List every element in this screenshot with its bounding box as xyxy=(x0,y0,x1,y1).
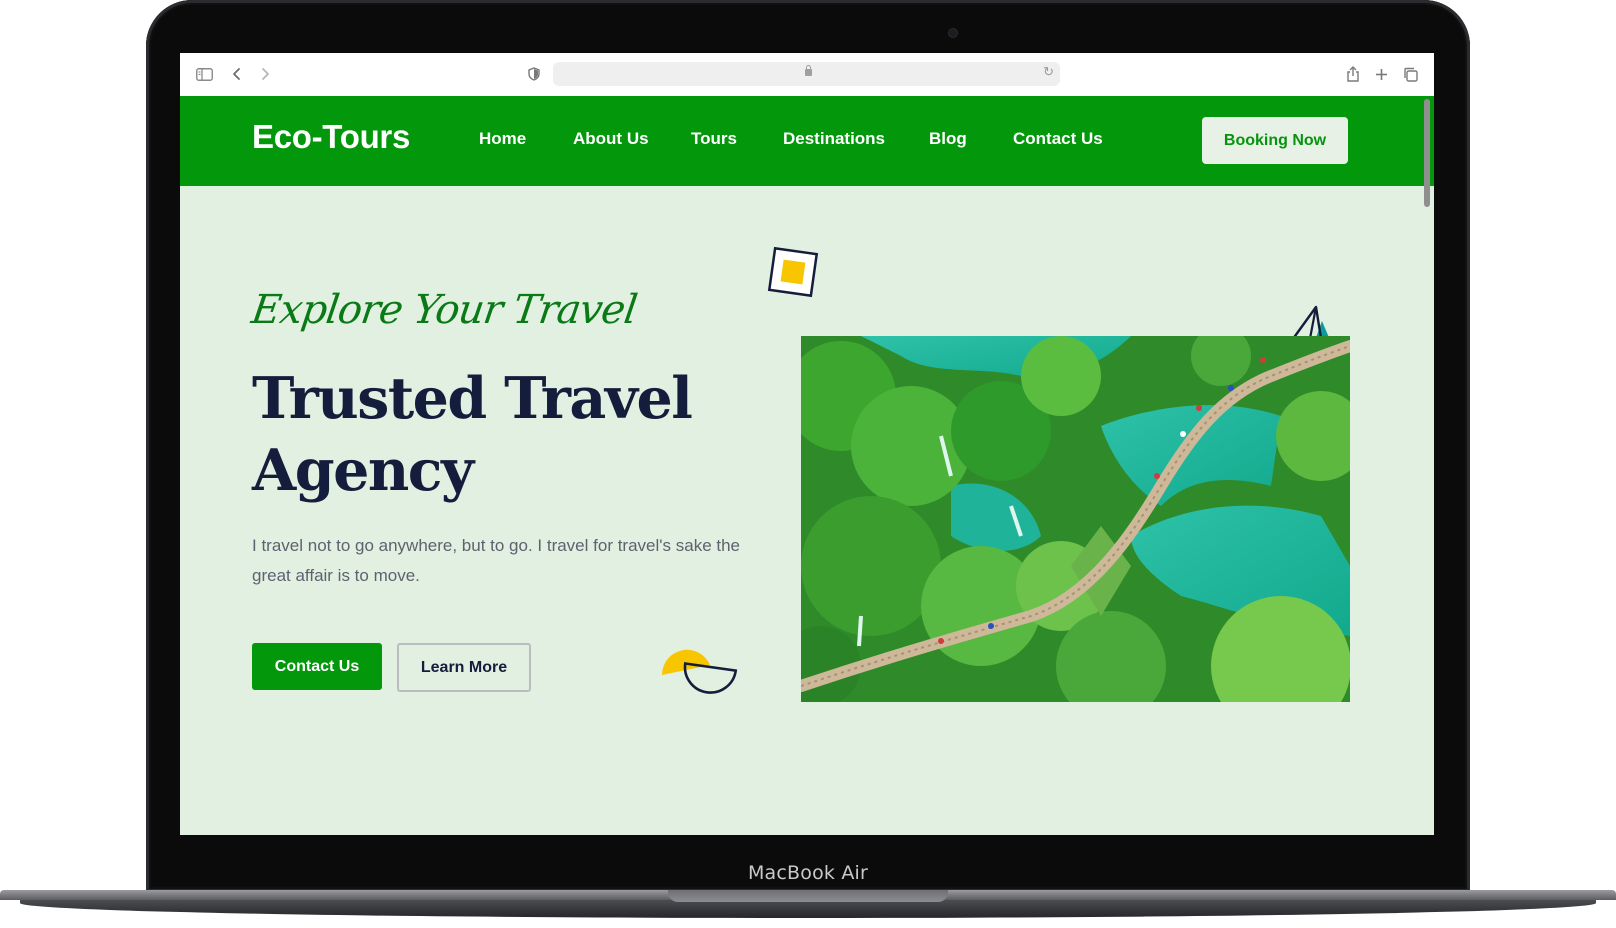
camera xyxy=(949,29,957,37)
nav-item-about-us[interactable]: About Us xyxy=(573,129,649,149)
contact-us-button[interactable]: Contact Us xyxy=(252,643,382,690)
hero-title: Trusted Travel Agency xyxy=(252,365,693,504)
shield-icon[interactable] xyxy=(525,65,543,83)
square-decoration-icon xyxy=(767,246,819,298)
hero-script-title: Explore Your Travel xyxy=(248,287,640,333)
nav-item-tours[interactable]: Tours xyxy=(691,129,737,149)
hero-description: I travel not to go anywhere, but to go. … xyxy=(252,536,741,585)
learn-more-button[interactable]: Learn More xyxy=(397,643,531,692)
device-label: MacBook Air xyxy=(747,862,869,884)
browser-screen: ↻ Eco-Tours Home About Us Tours Destinat… xyxy=(180,53,1434,835)
site-header: Eco-Tours Home About Us Tours Destinatio… xyxy=(180,96,1434,186)
half-circle-decoration-icon xyxy=(661,649,738,694)
site-logo[interactable]: Eco-Tours xyxy=(252,118,410,156)
address-bar[interactable]: ↻ xyxy=(553,62,1060,86)
hero-photo xyxy=(801,336,1350,702)
nav-item-destinations[interactable]: Destinations xyxy=(783,129,885,149)
share-icon[interactable] xyxy=(1344,65,1362,83)
browser-toolbar: ↻ xyxy=(180,53,1434,97)
booking-now-button[interactable]: Booking Now xyxy=(1202,117,1348,164)
nav-item-blog[interactable]: Blog xyxy=(929,129,967,149)
lock-icon xyxy=(805,65,812,76)
nav-item-home[interactable]: Home xyxy=(479,129,526,149)
new-tab-icon[interactable] xyxy=(1372,65,1390,83)
back-icon[interactable] xyxy=(228,65,246,83)
laptop-base xyxy=(0,890,1616,928)
nav-item-contact-us[interactable]: Contact Us xyxy=(1013,129,1103,149)
page-scrollbar[interactable] xyxy=(1424,99,1430,207)
forward-icon[interactable] xyxy=(256,65,274,83)
sidebar-icon[interactable] xyxy=(195,65,213,83)
reload-icon[interactable]: ↻ xyxy=(1043,64,1054,80)
tabs-icon[interactable] xyxy=(1401,65,1419,83)
